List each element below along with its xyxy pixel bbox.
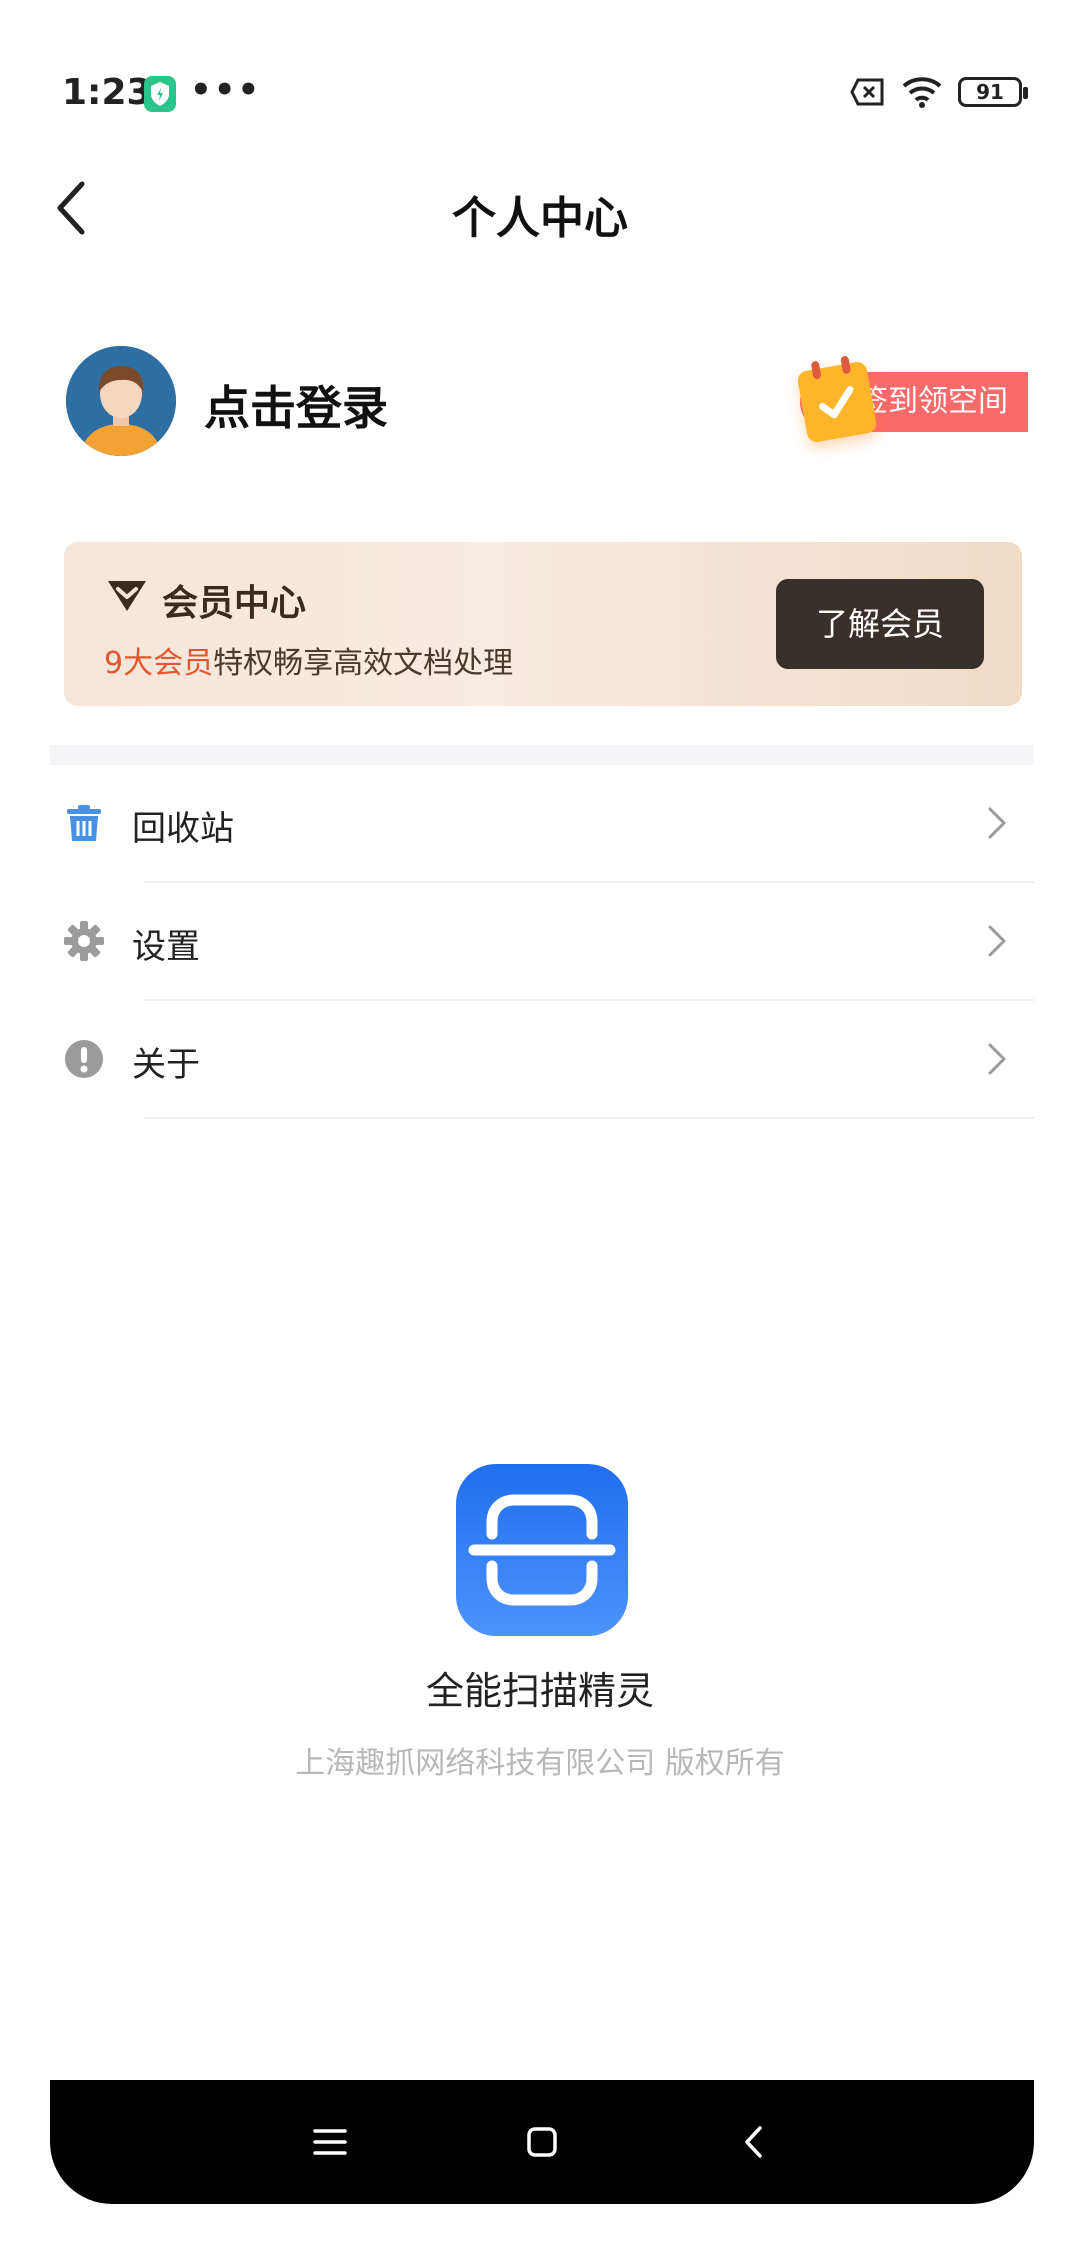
info-icon xyxy=(64,1039,104,1079)
vip-highlight: 9大会员 xyxy=(104,646,214,681)
system-back-button[interactable] xyxy=(694,2080,814,2204)
status-time: 1:23 xyxy=(62,72,152,113)
menu-item-settings[interactable]: 设置 xyxy=(50,883,1034,1001)
avatar[interactable] xyxy=(66,346,176,456)
sim-off-icon xyxy=(850,78,884,106)
menu-label: 关于 xyxy=(132,1045,200,1085)
menu-item-recycle-bin[interactable]: 回收站 xyxy=(50,765,1034,883)
chevron-right-icon xyxy=(986,923,1008,959)
gear-icon xyxy=(64,921,104,961)
system-navigation-bar xyxy=(50,2080,1034,2204)
menu-icon xyxy=(313,2129,347,2155)
copyright-text: 上海趣抓网络科技有限公司 版权所有 xyxy=(295,1746,785,1781)
calendar-check-icon xyxy=(796,360,878,444)
trash-icon xyxy=(64,803,104,843)
diamond-icon xyxy=(104,577,150,615)
row-divider xyxy=(144,1117,1034,1119)
menu-label: 设置 xyxy=(132,927,200,967)
vip-subtitle-text: 特权畅享高效文档处理 xyxy=(213,646,514,681)
battery-level: 91 xyxy=(976,80,1004,104)
home-square-icon xyxy=(527,2127,557,2157)
section-divider xyxy=(50,745,1034,765)
wifi-icon xyxy=(902,77,942,108)
app-logo xyxy=(456,1464,628,1636)
chevron-right-icon xyxy=(986,1041,1008,1077)
home-button[interactable] xyxy=(482,2080,602,2204)
app-name: 全能扫描精灵 xyxy=(425,1669,654,1713)
back-arrow-icon xyxy=(745,2126,762,2158)
battery-icon: 91 xyxy=(958,77,1028,107)
menu-item-about[interactable]: 关于 xyxy=(50,1001,1034,1119)
shield-icon xyxy=(144,76,176,112)
learn-vip-button[interactable]: 了解会员 xyxy=(776,579,984,669)
vip-subtitle: 9大会员特权畅享高效文档处理 xyxy=(104,638,513,682)
recent-apps-button[interactable] xyxy=(270,2080,390,2204)
chevron-right-icon xyxy=(986,805,1008,841)
page-title: 个人中心 xyxy=(452,193,628,244)
menu-label: 回收站 xyxy=(132,809,234,849)
vip-title: 会员中心 xyxy=(162,583,307,624)
login-link[interactable]: 点击登录 xyxy=(204,372,388,438)
status-icons: 91 xyxy=(850,76,1028,108)
more-notifications-icon: ••• xyxy=(190,70,262,110)
